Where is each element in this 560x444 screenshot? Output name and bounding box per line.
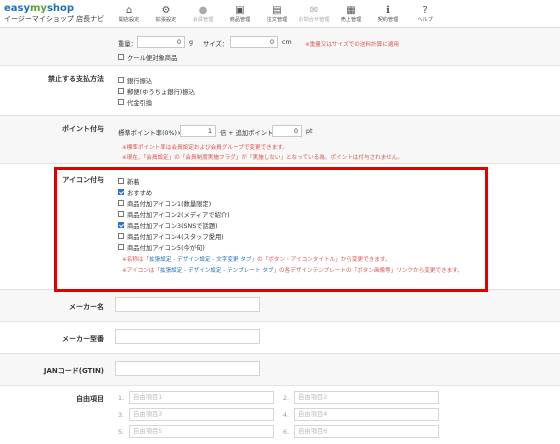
points-note-1: ※標準ポイント率は会員設定および会員グループで変更できます。 [122,145,289,151]
weight-size-row: 重量： 0 g サイズ： 0 cm ※重量又はサイズでの送料計算に適用 クール便… [0,28,560,66]
free-field-2: 2. 自由項目2 [283,391,439,404]
icon-option-3[interactable]: 商品付加アイコン3(SNSで話題) [118,221,218,230]
nav-item-sales[interactable]: ▦ 売上管理 [334,0,368,28]
question-icon: ? [422,4,428,16]
free-field-1: 1. 自由項目1 [118,391,274,404]
person-icon: ● [198,4,208,16]
nav-item-store-settings[interactable]: ⌂ 開店設定 [112,0,146,28]
payment-row: 禁止する支払方法 銀行振込 郵便(ゆうちょ銀行)振込 代金引換 [0,66,560,116]
points-label: ポイント付与 [62,125,104,133]
nav-item-products[interactable]: ▣ 商品管理 [223,0,257,28]
point-multiplier-input[interactable]: 1 [180,125,216,137]
gear-icon: ⚙ [161,4,171,16]
document-icon: ▤ [272,4,282,16]
jan-row: JANコード(GTIN) [0,354,560,386]
logo[interactable]: easymyshop イージーマイショップ 店長ナビ [4,3,104,24]
gift-icon: ▣ [235,4,245,16]
payment-label: 禁止する支払方法 [48,75,104,83]
maker-label: メーカー名 [69,303,104,311]
nav-item-orders[interactable]: ▤ 注文管理 [260,0,294,28]
cool-delivery-checkbox[interactable]: クール便対象商品 [118,53,177,62]
size-label: サイズ： [203,41,228,48]
free-fields-label: 自由項目 [76,395,104,403]
maker-input[interactable] [115,297,260,312]
icon-option-recommend[interactable]: おすすめ [118,188,152,197]
maker-model-input[interactable] [115,329,260,344]
nav-item-contract[interactable]: ℹ 契約管理 [371,0,405,28]
logo-text: easymyshop [4,3,75,14]
points-row: ポイント付与 標準ポイント率(0%)× 1 倍 + 追加ポイント 0 pt ※標… [0,116,560,164]
free-field-4: 4. 自由項目4 [283,408,439,421]
icon-option-4[interactable]: 商品付加アイコン4(スタッフ愛用) [118,232,224,241]
points-note-2: ※現在、「会員設定」の「会員制度実施フラグ」が「実施しない」となっている為、ポイ… [122,155,403,161]
nav-item-help[interactable]: ? ヘルプ [408,0,442,28]
point-mid-text: 倍 + 追加ポイント [220,130,274,137]
weight-label: 重量： [118,41,137,48]
jan-label: JANコード(GTIN) [43,367,104,375]
additional-point-input[interactable]: 0 [272,125,302,137]
maker-row: メーカー名 [0,290,560,322]
nav-item-members[interactable]: ● 会員管理 [186,0,220,28]
free-field-3: 3. 自由項目3 [118,408,274,421]
point-unit: pt [306,128,313,135]
payment-option-bank[interactable]: 銀行振込 [118,76,152,85]
nav-item-extended-settings[interactable]: ⚙ 拡張設定 [149,0,183,28]
weight-size-note: ※重量又はサイズでの送料計算に適用 [305,42,400,48]
icons-note-1: ※名称は「拡張設定 - デザイン設定 - 文字変更 タブ」の「ボタン・アイコンタ… [122,257,391,263]
icon-option-5[interactable]: 商品付加アイコン5(今が旬) [118,243,205,252]
free-field-input[interactable]: 自由項目4 [294,408,439,421]
free-field-5: 5. 自由項目5 [118,425,274,438]
free-field-input[interactable]: 自由項目5 [129,425,274,438]
envelope-icon: ✉ [309,4,319,16]
maker-model-label: メーカー型番 [62,335,104,343]
payment-option-postal[interactable]: 郵便(ゆうちょ銀行)振込 [118,87,195,96]
icon-option-2[interactable]: 商品付加アイコン2(メディアで紹介) [118,210,230,219]
free-field-6: 6. 自由項目6 [283,425,439,438]
payment-option-cod[interactable]: 代金引換 [118,98,152,107]
jan-input[interactable] [115,361,260,376]
table-icon: ▦ [346,4,356,16]
icons-label: アイコン付与 [62,176,104,184]
maker-model-row: メーカー型番 [0,322,560,354]
standard-point-label: 標準ポイント率(0%)× [118,130,183,137]
design-text-tab-link[interactable]: 拡張設定 - デザイン設定 - 文字変更 タブ [149,257,251,263]
nav-item-inquiries[interactable]: ✉ お問合せ管理 [297,0,331,28]
free-fields-row: 自由項目 1. 自由項目1 2. 自由項目2 3. 自由項目3 4. 自由項目4 5. 自… [0,386,560,444]
product-edit-form: 重量： 0 g サイズ： 0 cm ※重量又はサイズでの送料計算に適用 クール便… [0,28,560,444]
free-field-input[interactable]: 自由項目2 [294,391,439,404]
icon-option-1[interactable]: 商品付加アイコン1(数量限定) [118,199,211,208]
info-icon: ℹ [386,4,390,16]
main-nav: ⌂ 開店設定 ⚙ 拡張設定 ● 会員管理 ▣ 商品管理 ▤ 注文管理 ✉ お問合せ管理 ▦ 売… [112,0,445,28]
house-icon: ⌂ [125,4,133,16]
free-field-input[interactable]: 自由項目1 [129,391,274,404]
icons-row: アイコン付与 新着 おすすめ 商品付加アイコン1(数量限定) 商品付加アイコン2… [0,164,560,290]
top-header: easymyshop イージーマイショップ 店長ナビ ⌂ 開店設定 ⚙ 拡張設定 ●… [0,0,560,28]
icon-option-new[interactable]: 新着 [118,177,140,186]
weight-unit: g [189,39,193,46]
free-field-input[interactable]: 自由項目6 [294,425,439,438]
icons-note-2: ※アイコンは「拡張設定 - デザイン設定 - テンプレート タブ」の各デザインテ… [122,268,463,274]
design-template-tab-link[interactable]: 拡張設定 - デザイン設定 - テンプレート タブ [160,268,273,274]
logo-subtitle: イージーマイショップ 店長ナビ [4,15,105,23]
weight-input[interactable]: 0 [137,36,185,48]
free-field-input[interactable]: 自由項目3 [129,408,274,421]
size-unit: cm [282,39,292,46]
checkbox[interactable] [118,54,124,60]
size-input[interactable]: 0 [230,36,278,48]
